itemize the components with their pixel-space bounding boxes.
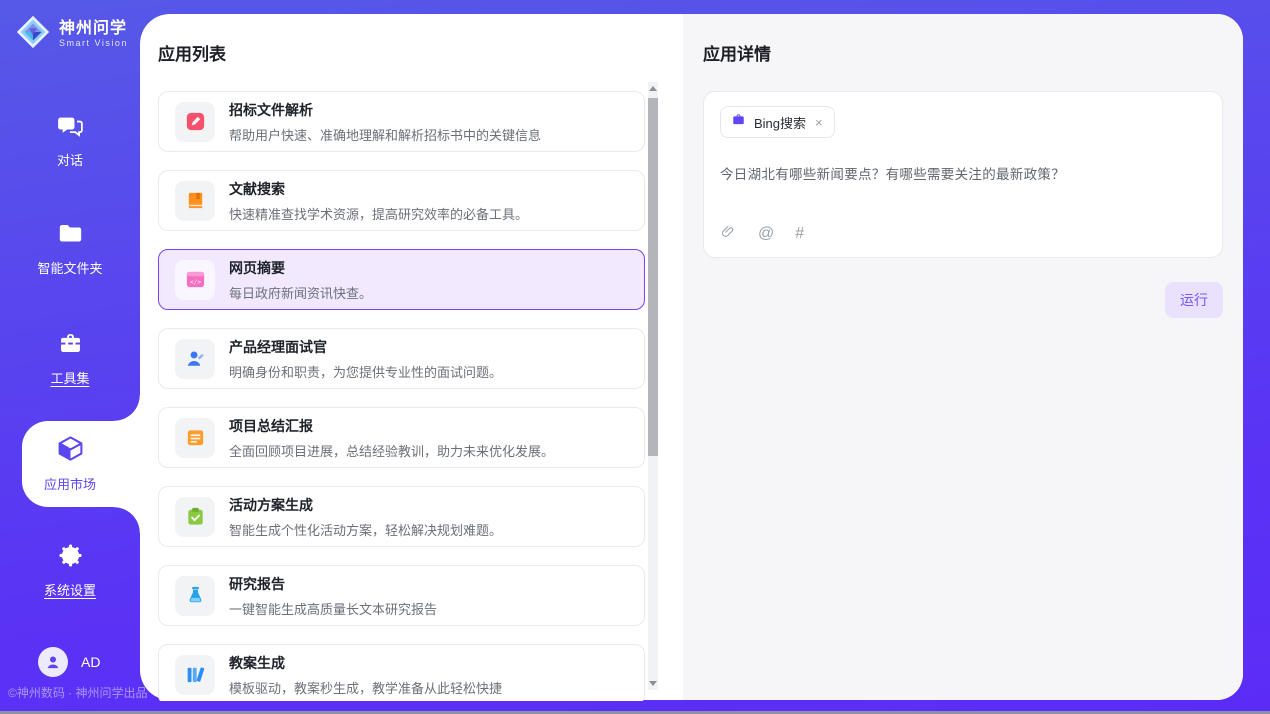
app-card-desc: 明确身份和职责，为您提供专业性的面试问题。 [229,362,502,381]
edit-document-icon [175,102,215,142]
copyright-text: ©神州数码 · 神州问学出品 [8,684,148,701]
diamond-logo-icon [14,13,52,56]
app-list-panel: 应用列表 招标文件解析 帮助用户快速、准确地理解和解析招标书中的关键信息 [140,14,683,700]
user-initials: AD [81,654,100,670]
app-detail-card: Bing搜索 × 今日湖北有哪些新闻要点？有哪些需要关注的最新政策？ @ # [703,91,1223,258]
close-icon[interactable]: × [814,115,824,130]
scrollbar-down-arrow-icon[interactable] [649,681,657,686]
sidebar-item-settings[interactable]: 系统设置 [0,542,140,599]
main-content: 应用列表 招标文件解析 帮助用户快速、准确地理解和解析招标书中的关键信息 [140,14,1243,700]
app-card-lesson-plan[interactable]: 教案生成 模板驱动，教案秒生成，教学准备从此轻松快捷 [158,644,645,701]
sidebar-item-smart-folder[interactable]: 智能文件夹 [0,220,140,277]
run-row: 运行 [703,282,1223,318]
avatar[interactable] [38,647,68,677]
sidebar-item-label: 系统设置 [44,580,96,599]
sidebar-item-app-market[interactable]: 应用市场 [0,434,140,493]
sidebar-item-label: 工具集 [50,368,89,387]
app-list-title: 应用列表 [158,40,683,65]
app-list-scrollbar[interactable] [648,82,658,690]
app-card-research-report[interactable]: 研究报告 一键智能生成高质量长文本研究报告 [158,565,645,626]
app-card-literature-search[interactable]: 文献搜索 快速精准查找学术资源，提高研究效率的必备工具。 [158,170,645,231]
chat-icon [57,112,84,142]
app-card-title: 招标文件解析 [229,100,541,120]
brand-subtitle: Smart Vision [59,39,128,49]
brand-logo: 神州问学 Smart Vision [14,13,128,56]
input-toolbar: @ # [720,223,1206,245]
gear-icon [57,542,84,572]
interviewer-icon [175,339,215,379]
user-account[interactable]: AD [38,647,100,677]
app-card-desc: 模板驱动，教案秒生成，教学准备从此轻松快捷 [229,678,502,697]
app-card-title: 项目总结汇报 [229,416,554,436]
app-card-tender-parse[interactable]: 招标文件解析 帮助用户快速、准确地理解和解析招标书中的关键信息 [158,91,645,152]
app-card-project-summary[interactable]: 项目总结汇报 全面回顾项目进展，总结经验教训，助力未来优化发展。 [158,407,645,468]
scrollbar-up-arrow-icon[interactable] [649,86,657,91]
paperclip-icon[interactable] [720,223,737,245]
plugin-chip-label: Bing搜索 [754,113,806,132]
app-card-title: 教案生成 [229,653,502,673]
query-text[interactable]: 今日湖北有哪些新闻要点？有哪些需要关注的最新政策？ [720,163,1206,183]
app-card-webpage-summary[interactable]: </> 网页摘要 每日政府新闻资讯快查。 [158,249,645,310]
folder-icon [57,220,84,250]
app-detail-title: 应用详情 [703,40,1223,65]
sidebar-item-label: 对话 [57,150,83,169]
app-card-desc: 帮助用户快速、准确地理解和解析招标书中的关键信息 [229,125,541,144]
brand-name: 神州问学 [59,20,128,38]
app-card-title: 文献搜索 [229,179,528,199]
app-window: 神州问学 Smart Vision 对话 智能文件夹 [0,0,1270,714]
app-card-list: 招标文件解析 帮助用户快速、准确地理解和解析招标书中的关键信息 文献搜索 [158,91,645,701]
hash-icon[interactable]: # [795,226,804,242]
plugin-chip-bing-search[interactable]: Bing搜索 × [720,106,835,138]
app-detail-panel: 应用详情 Bing搜索 × 今日湖北有哪些新闻要点？有哪些需要关注的最新政策？ [683,14,1243,700]
webpage-code-icon: </> [175,260,215,300]
book-icon [175,181,215,221]
app-card-desc: 每日政府新闻资讯快查。 [229,283,372,302]
briefcase-icon [731,112,746,132]
app-card-title: 产品经理面试官 [229,337,502,357]
books-icon [175,655,215,695]
app-card-title: 研究报告 [229,574,437,594]
sidebar-item-label: 应用市场 [44,474,96,493]
clipboard-check-icon [175,497,215,537]
scrollbar-thumb[interactable] [648,98,658,456]
app-card-activity-plan[interactable]: 活动方案生成 智能生成个性化活动方案，轻松解决规划难题。 [158,486,645,547]
cube-icon [56,434,85,466]
app-card-desc: 智能生成个性化活动方案，轻松解决规划难题。 [229,520,502,539]
app-card-desc: 快速精准查找学术资源，提高研究效率的必备工具。 [229,204,528,223]
app-card-title: 活动方案生成 [229,495,502,515]
run-button[interactable]: 运行 [1165,282,1223,318]
ink-flask-icon [175,576,215,616]
app-card-pm-interviewer[interactable]: 产品经理面试官 明确身份和职责，为您提供专业性的面试问题。 [158,328,645,389]
app-card-title: 网页摘要 [229,258,372,278]
report-sheet-icon [175,418,215,458]
sidebar-item-toolset[interactable]: 工具集 [0,330,140,387]
app-card-desc: 一键智能生成高质量长文本研究报告 [229,599,437,618]
svg-text:</>: </> [189,279,200,286]
app-card-desc: 全面回顾项目进展，总结经验教训，助力未来优化发展。 [229,441,554,460]
sidebar: 神州问学 Smart Vision 对话 智能文件夹 [0,0,140,711]
toolbox-icon [57,330,84,360]
sidebar-item-label: 智能文件夹 [37,258,102,277]
mention-icon[interactable]: @ [758,226,774,242]
sidebar-item-chat[interactable]: 对话 [0,112,140,169]
